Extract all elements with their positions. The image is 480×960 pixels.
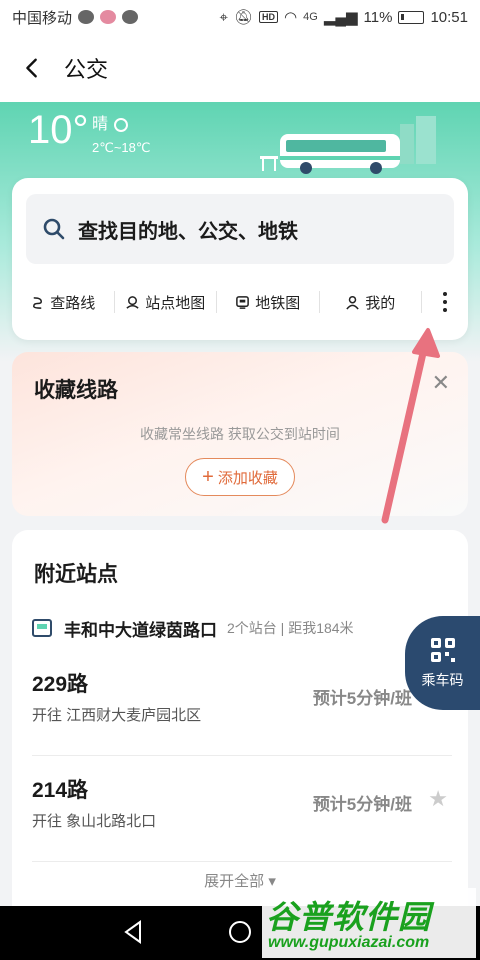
hd-icon: HD [259,11,279,23]
carrier-label: 中国移动 [12,9,73,27]
favorites-description: 收藏常坐线路 获取公交到站时间 [140,426,340,442]
search-icon [43,218,65,240]
route-number: 229路 [32,673,89,696]
location-icon: ⌖ [219,8,228,26]
more-dot-icon [443,292,447,296]
route-row[interactable]: 229路 开往 江西财大麦庐园北区 预计5分钟/班 ★ [32,660,452,756]
battery-icon [398,10,425,24]
quick-subway-label: 地铁图 [255,294,301,312]
status-bar: 中国移动 ⌖ 🔕︎ HD ◠ 4G ▂▄▆ 11% 10:51 [0,0,480,34]
route-destination: 开往 江西财大麦庐园北区 [32,707,202,724]
quick-stop-map-label: 站点地图 [145,294,206,312]
app-notification-icon [100,10,117,24]
nav-back-icon[interactable] [120,918,148,946]
stop-meta: 2个站台 | 距我184米 [227,620,354,636]
battery-percent: 11% [363,8,393,26]
bus-stop-icon [32,619,52,637]
nearby-title: 附近站点 [34,563,118,586]
add-favorite-button[interactable]: + 添加收藏 [185,458,295,496]
chevron-left-icon [26,58,37,78]
search-input[interactable]: 查找目的地、公交、地铁 [26,194,454,264]
more-dot-icon [443,308,447,312]
weather-condition: 晴 [92,116,109,133]
mute-icon: 🔕︎ [234,9,254,26]
quick-route-button[interactable]: 查路线 [12,291,115,313]
weather-info: 晴 2℃~18℃ [92,110,150,156]
more-dot-icon [443,300,447,304]
sun-icon [114,117,129,132]
wifi-icon: ◠ [284,9,298,26]
expand-all-label: 展开全部 [204,873,265,890]
favorites-title: 收藏线路 [34,379,118,402]
ride-code-button[interactable]: 乘车码 [405,616,480,710]
add-favorite-label: 添加收藏 [217,469,278,487]
watermark-logo: 谷普软件园 [266,899,432,935]
search-placeholder: 查找目的地、公交、地铁 [78,220,298,243]
quick-stop-map-button[interactable]: 站点地图 [115,291,217,313]
network-label: 4G [303,11,318,23]
route-destination: 开往 象山北路北口 [32,813,157,830]
more-options-button[interactable] [422,282,468,322]
route-eta: 预计5分钟/班 [312,689,412,708]
quick-mine-label: 我的 [365,294,396,312]
watermark: 谷普软件园 www.gupuxiazai.com [262,888,476,958]
route-eta: 预计5分钟/班 [312,795,412,814]
watermark-url: www.gupuxiazai.com [268,934,430,951]
signal-icon: ▂▄▆ [323,9,358,26]
message-icon [122,10,139,24]
temperature-range: 2℃~18℃ [92,140,151,155]
quick-subway-button[interactable]: 地铁图 [217,291,320,313]
quick-mine-button[interactable]: 我的 [320,291,422,313]
quick-actions: 查路线 站点地图 地铁图 我的 [12,282,468,322]
route-icon [33,296,43,309]
star-icon[interactable]: ★ [428,786,448,812]
ride-code-label: 乘车码 [421,672,464,688]
close-icon[interactable]: ✕ [432,370,450,396]
stop-name: 丰和中大道绿茵路口 [64,620,217,640]
clock: 10:51 [430,8,468,26]
stop-header[interactable]: 丰和中大道绿茵路口 2个站台 | 距我184米 › [32,614,452,642]
page-title: 公交 [64,57,109,82]
app-header: 公交 [0,34,480,102]
temperature: 10° [28,108,89,152]
nearby-stops-card: 附近站点 丰和中大道绿茵路口 2个站台 | 距我184米 › 229路 开往 江… [12,530,468,950]
search-card: 查找目的地、公交、地铁 查路线 站点地图 地铁图 我的 [12,178,468,340]
qr-code-icon [430,638,455,662]
plus-icon: + [202,465,214,488]
route-number: 214路 [32,779,89,802]
subway-icon [236,295,250,309]
route-row[interactable]: 214路 开往 象山北路北口 预计5分钟/班 ★ [32,766,452,862]
quick-route-label: 查路线 [50,294,96,312]
location-pin-icon [126,295,139,309]
back-button[interactable] [0,34,64,102]
favorites-card: 收藏线路 ✕ 收藏常坐线路 获取公交到站时间 + 添加收藏 [12,352,468,516]
wechat-icon [78,10,95,24]
user-icon [346,295,359,310]
nav-home-icon[interactable] [226,918,254,946]
bus-illustration [260,116,436,174]
